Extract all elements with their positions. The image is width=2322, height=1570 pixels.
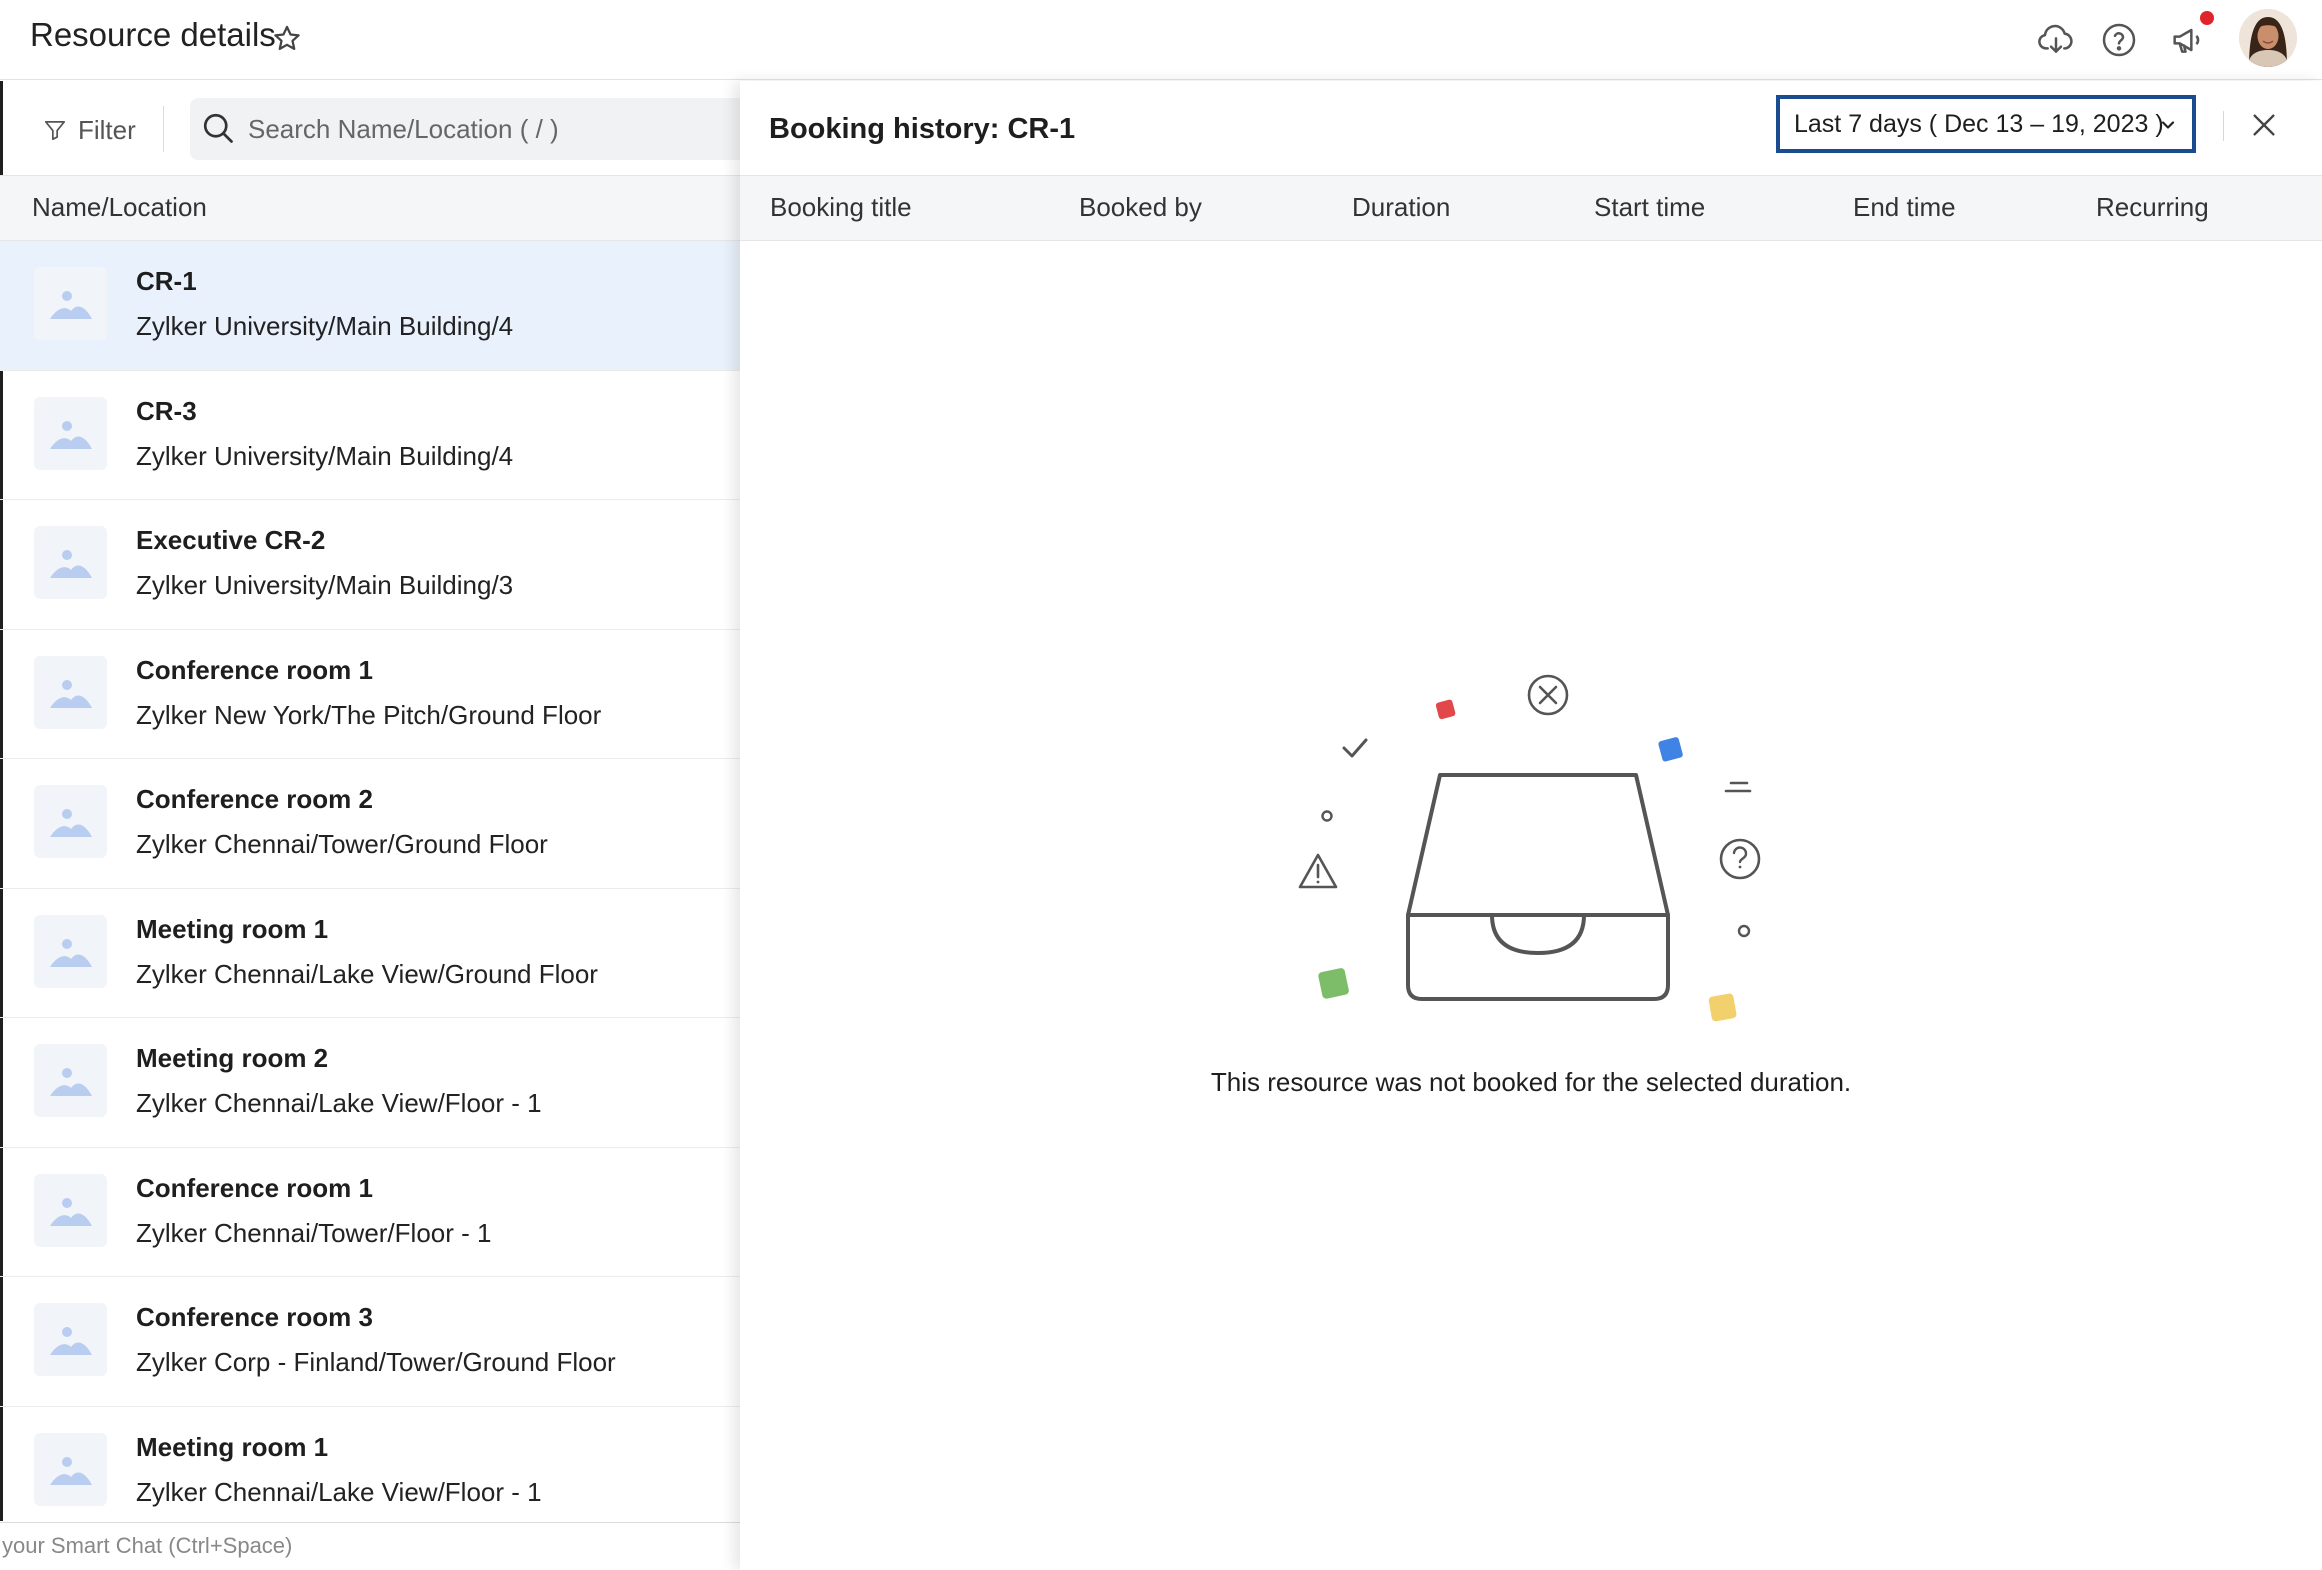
- resource-row-cr-3[interactable]: CR-3 Zylker University/Main Building/4: [0, 371, 740, 500]
- column-booked-by[interactable]: Booked by: [1079, 192, 1202, 223]
- date-range-value: Last 7 days ( Dec 13 – 19, 2023 ): [1794, 109, 2164, 138]
- resource-name: Conference room 2: [136, 784, 373, 814]
- chevron-down-icon: [2161, 121, 2175, 129]
- resource-location: Zylker University/Main Building/3: [136, 570, 514, 600]
- header-divider: [2223, 111, 2224, 141]
- help-icon[interactable]: [2099, 20, 2139, 60]
- column-end-time[interactable]: End time: [1853, 192, 1956, 223]
- search-icon: [203, 113, 233, 143]
- resource-location: Zylker Chennai/Tower/Floor - 1: [136, 1217, 492, 1248]
- cloud-download-icon[interactable]: [2036, 20, 2076, 60]
- resource-row-cr-1[interactable]: CR-1 Zylker University/Main Building/4: [0, 241, 740, 371]
- resource-thumbnail: [34, 1303, 107, 1376]
- resource-location: Zylker Chennai/Lake View/Floor - 1: [136, 1088, 542, 1118]
- booking-history-panel: Booking history: CR-1 Last 7 days ( Dec …: [740, 81, 2322, 1570]
- image-placeholder-icon: [50, 291, 92, 319]
- resource-row-conference-room-3[interactable]: Conference room 3 Zylker Corp - Finland/…: [0, 1277, 740, 1407]
- image-placeholder-icon: [50, 679, 92, 708]
- column-start-time[interactable]: Start time: [1594, 192, 1705, 223]
- image-placeholder-icon: [50, 1456, 92, 1485]
- resource-location: Zylker Chennai/Tower/Ground Floor: [136, 829, 548, 859]
- notification-dot: [2200, 11, 2214, 25]
- column-duration[interactable]: Duration: [1352, 192, 1450, 223]
- image-placeholder-icon: [50, 420, 92, 449]
- smart-chat-input[interactable]: [0, 1531, 722, 1561]
- image-placeholder-icon: [50, 550, 92, 578]
- resource-location: Zylker Chennai/Lake View/Floor - 1: [136, 1476, 542, 1507]
- smart-chat-bar: [0, 1522, 740, 1570]
- resource-row-meeting-room-1-floor-1[interactable]: Meeting room 1 Zylker Chennai/Lake View/…: [0, 1407, 740, 1536]
- column-header-name-location: Name/Location: [32, 192, 207, 222]
- booking-table-header: Booking title Booked by Duration Start t…: [740, 175, 2322, 241]
- filter-button[interactable]: Filter: [42, 112, 136, 148]
- resource-name: Meeting room 2: [136, 1043, 329, 1073]
- resource-location: Zylker Corp - Finland/Tower/Ground Floor: [136, 1347, 616, 1377]
- resource-location: Zylker Chennai/Lake View/Ground Floor: [136, 958, 598, 989]
- resource-thumbnail: [34, 1432, 107, 1506]
- resource-row-meeting-room-1[interactable]: Meeting room 1 Zylker Chennai/Lake View/…: [0, 889, 740, 1018]
- column-booking-title[interactable]: Booking title: [770, 192, 912, 223]
- list-column-header: Name/Location: [0, 175, 740, 241]
- image-placeholder-icon: [50, 938, 92, 967]
- resource-row-conference-room-1-tower[interactable]: Conference room 1 Zylker Chennai/Tower/F…: [0, 1148, 740, 1277]
- column-recurring[interactable]: Recurring: [2096, 192, 2209, 223]
- top-header: Resource details: [0, 0, 2322, 80]
- resource-row-conference-room-2[interactable]: Conference room 2 Zylker Chennai/Tower/G…: [0, 759, 740, 889]
- resource-thumbnail: [34, 267, 107, 340]
- resource-name: Executive CR-2: [136, 525, 326, 555]
- resource-thumbnail: [34, 526, 107, 599]
- image-placeholder-icon: [50, 1068, 92, 1096]
- resource-row-conference-room-1[interactable]: Conference room 1 Zylker New York/The Pi…: [0, 630, 740, 759]
- image-placeholder-icon: [50, 1197, 92, 1226]
- toolbar-divider: [163, 106, 164, 152]
- resource-thumbnail: [34, 396, 107, 470]
- filter-icon: [44, 121, 66, 141]
- announcement-icon[interactable]: [2168, 20, 2208, 60]
- resource-name: Conference room 3: [136, 1302, 373, 1332]
- resource-name: Conference room 1: [136, 654, 373, 685]
- resource-name: Meeting room 1: [136, 1431, 329, 1462]
- empty-inbox-illustration: [1298, 674, 1761, 1022]
- avatar[interactable]: [2239, 9, 2297, 67]
- empty-state-message: This resource was not booked for the sel…: [1210, 1067, 1852, 1097]
- resource-thumbnail: [34, 785, 107, 858]
- resource-thumbnail: [34, 1044, 107, 1117]
- search-input[interactable]: [248, 110, 728, 148]
- resource-name: Meeting room 1: [136, 913, 329, 944]
- panel-title: Booking history: CR-1: [769, 113, 1076, 145]
- page-title: Resource details: [30, 16, 276, 53]
- resource-row-executive-cr-2[interactable]: Executive CR-2 Zylker University/Main Bu…: [0, 500, 740, 630]
- image-placeholder-icon: [50, 1327, 92, 1355]
- resource-location: Zylker New York/The Pitch/Ground Floor: [136, 699, 602, 730]
- resource-location: Zylker University/Main Building/4: [136, 311, 514, 341]
- filter-label: Filter: [78, 114, 136, 145]
- resource-name: Conference room 1: [136, 1172, 373, 1203]
- resource-row-meeting-room-2[interactable]: Meeting room 2 Zylker Chennai/Lake View/…: [0, 1018, 740, 1148]
- resource-name: CR-1: [136, 266, 197, 296]
- star-icon[interactable]: [270, 22, 304, 56]
- date-range-dropdown[interactable]: Last 7 days ( Dec 13 – 19, 2023 ): [1776, 95, 2196, 153]
- image-placeholder-icon: [50, 809, 92, 837]
- resource-thumbnail: [34, 655, 107, 729]
- close-icon[interactable]: [2248, 109, 2280, 141]
- resource-location: Zylker University/Main Building/4: [136, 440, 514, 471]
- resource-thumbnail: [34, 914, 107, 988]
- resource-name: CR-3: [136, 395, 197, 426]
- resource-rows: CR-1 Zylker University/Main Building/4 C…: [0, 241, 740, 1536]
- resource-thumbnail: [34, 1173, 107, 1247]
